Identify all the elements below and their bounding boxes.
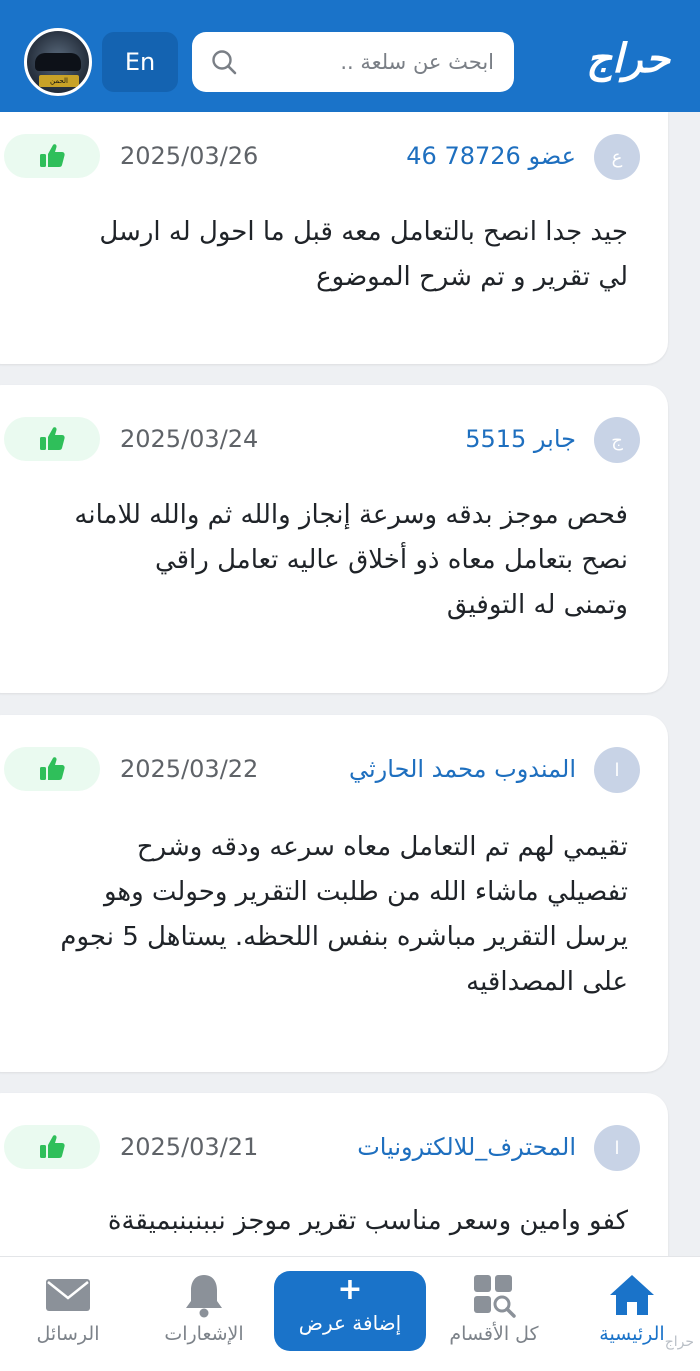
user-avatar[interactable]: ا bbox=[594, 1125, 640, 1171]
review-text: تقيمي لهم تم التعامل معاه سرعه ودقه وشرح… bbox=[18, 825, 628, 1005]
haraj-logo[interactable]: حراج bbox=[586, 36, 670, 82]
nav-messages[interactable]: الرسائل bbox=[8, 1257, 128, 1371]
nav-messages-label: الرسائل bbox=[36, 1323, 100, 1345]
bottom-navigation: الرئيسية كل الأقسام + إضافة عرض الإشعارا… bbox=[0, 1256, 700, 1371]
like-badge[interactable] bbox=[4, 747, 100, 791]
language-toggle-button[interactable]: En bbox=[102, 32, 178, 92]
nav-notifications[interactable]: الإشعارات bbox=[144, 1257, 264, 1371]
review-line: وتمنى له التوفيق bbox=[446, 590, 628, 620]
thumbs-up-icon bbox=[40, 757, 65, 780]
profile-avatar[interactable]: الحمن bbox=[24, 28, 92, 96]
review-line: تفصيلي ماشاء الله من طلبت التقرير وحولت … bbox=[103, 877, 628, 907]
review-date: 2025/03/22 bbox=[120, 755, 259, 783]
nav-categories[interactable]: كل الأقسام bbox=[434, 1257, 554, 1371]
review-card: ع عضو 78726 46 2025/03/26 جيد جدا انصح ب… bbox=[0, 112, 668, 364]
thumbs-up-icon bbox=[40, 1135, 65, 1158]
home-icon bbox=[610, 1275, 654, 1315]
review-text: كفو وامين وسعر مناسب تقرير موجز نببنبنبم… bbox=[18, 1199, 628, 1244]
review-card: ج جابر 5515 2025/03/24 فحص موجز بدقه وسر… bbox=[0, 385, 668, 693]
review-card: ا المندوب محمد الحارثي 2025/03/22 تقيمي … bbox=[0, 715, 668, 1072]
app-header: حراج En الحمن bbox=[0, 0, 700, 112]
bell-icon bbox=[186, 1275, 222, 1318]
review-line: نصح بتعامل معاه ذو أخلاق عاليه تعامل راق… bbox=[154, 545, 628, 575]
review-line: لي تقرير و تم شرح الموضوع bbox=[316, 262, 628, 292]
review-date: 2025/03/26 bbox=[120, 142, 259, 170]
add-offer-button[interactable]: + إضافة عرض bbox=[274, 1271, 426, 1351]
review-text: فحص موجز بدقه وسرعة إنجاز والله ثم والله… bbox=[18, 493, 628, 628]
nav-categories-label: كل الأقسام bbox=[449, 1323, 539, 1345]
envelope-icon bbox=[46, 1279, 90, 1311]
review-line: تقيمي لهم تم التعامل معاه سرعه ودقه وشرح bbox=[136, 832, 628, 862]
avatar-car-image bbox=[35, 53, 81, 71]
search-input[interactable] bbox=[244, 50, 494, 74]
review-line: جيد جدا انصح بالتعامل معه قبل ما احول له… bbox=[99, 217, 628, 247]
watermark: حراج bbox=[664, 1334, 694, 1350]
review-username[interactable]: المحترف_للالكترونيات bbox=[357, 1133, 576, 1161]
nav-home[interactable]: الرئيسية bbox=[572, 1257, 692, 1371]
review-text: جيد جدا انصح بالتعامل معه قبل ما احول له… bbox=[18, 210, 628, 300]
review-line: يرسل التقرير مباشره بنفس اللحظه. يستاهل … bbox=[60, 922, 628, 952]
categories-icon bbox=[474, 1275, 516, 1318]
add-offer-label: إضافة عرض bbox=[298, 1311, 402, 1335]
review-line: كفو وامين وسعر مناسب تقرير موجز نببنبنبم… bbox=[107, 1206, 628, 1236]
plus-icon: + bbox=[337, 1272, 363, 1307]
user-avatar[interactable]: ع bbox=[594, 134, 640, 180]
review-username[interactable]: عضو 78726 46 bbox=[406, 142, 576, 170]
review-line: على المصداقيه bbox=[466, 967, 628, 997]
avatar-plate: الحمن bbox=[39, 75, 79, 87]
like-badge[interactable] bbox=[4, 417, 100, 461]
search-bar[interactable] bbox=[192, 32, 514, 92]
review-date: 2025/03/24 bbox=[120, 425, 259, 453]
nav-notifications-label: الإشعارات bbox=[164, 1323, 244, 1345]
review-username[interactable]: جابر 5515 bbox=[465, 425, 576, 453]
search-icon[interactable] bbox=[210, 48, 238, 76]
user-avatar[interactable]: ا bbox=[594, 747, 640, 793]
user-avatar[interactable]: ج bbox=[594, 417, 640, 463]
thumbs-up-icon bbox=[40, 144, 65, 167]
review-date: 2025/03/21 bbox=[120, 1133, 259, 1161]
like-badge[interactable] bbox=[4, 134, 100, 178]
thumbs-up-icon bbox=[40, 427, 65, 450]
like-badge[interactable] bbox=[4, 1125, 100, 1169]
review-username[interactable]: المندوب محمد الحارثي bbox=[349, 755, 576, 783]
review-line: فحص موجز بدقه وسرعة إنجاز والله ثم والله… bbox=[74, 500, 628, 530]
